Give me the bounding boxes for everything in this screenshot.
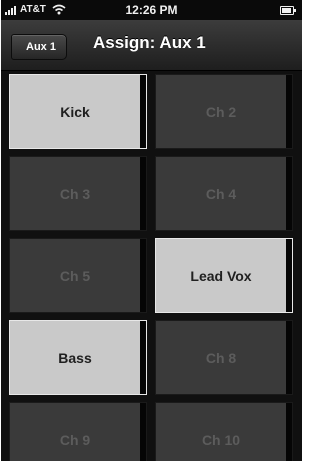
channel-button[interactable]: Ch 3 [9,156,147,231]
page-title: Assign: Aux 1 [93,33,206,52]
channel-button[interactable]: Bass [9,320,147,395]
back-button[interactable]: Aux 1 [11,34,67,60]
channel-label: Ch 9 [59,431,91,448]
battery-icon [280,6,296,15]
channel-button[interactable]: Kick [9,74,147,149]
channel-button[interactable]: Ch 2 [155,74,293,149]
back-button-label: Aux 1 [26,41,56,53]
channel-label: Ch 8 [205,349,237,366]
phone-screen: AT&T 12:26 PM Aux 1 Assign: Aux 1 Kick C… [1,0,302,461]
channel-label: Ch 2 [205,103,237,120]
channel-label: Lead Vox [190,267,252,284]
status-bar: AT&T 12:26 PM [1,0,302,20]
channel-button[interactable]: Ch 10 [155,402,293,461]
clock: 12:26 PM [125,3,178,17]
channel-button[interactable]: Lead Vox [155,238,293,313]
channel-button[interactable]: Ch 9 [9,402,147,461]
channel-grid: Kick Ch 2 Ch 3 Ch 4 Ch 5 Lead Vox Bass C… [9,74,299,461]
channel-button[interactable]: Ch 8 [155,320,293,395]
channel-label: Ch 3 [59,185,91,202]
channel-button[interactable]: Ch 5 [9,238,147,313]
channel-label: Bass [58,349,92,366]
channel-label: Kick [60,103,90,120]
channel-label: Ch 4 [205,185,237,202]
channel-label: Ch 10 [201,431,241,448]
channel-button[interactable]: Ch 4 [155,156,293,231]
navigation-bar: Aux 1 Assign: Aux 1 [1,20,302,71]
channel-label: Ch 5 [59,267,91,284]
